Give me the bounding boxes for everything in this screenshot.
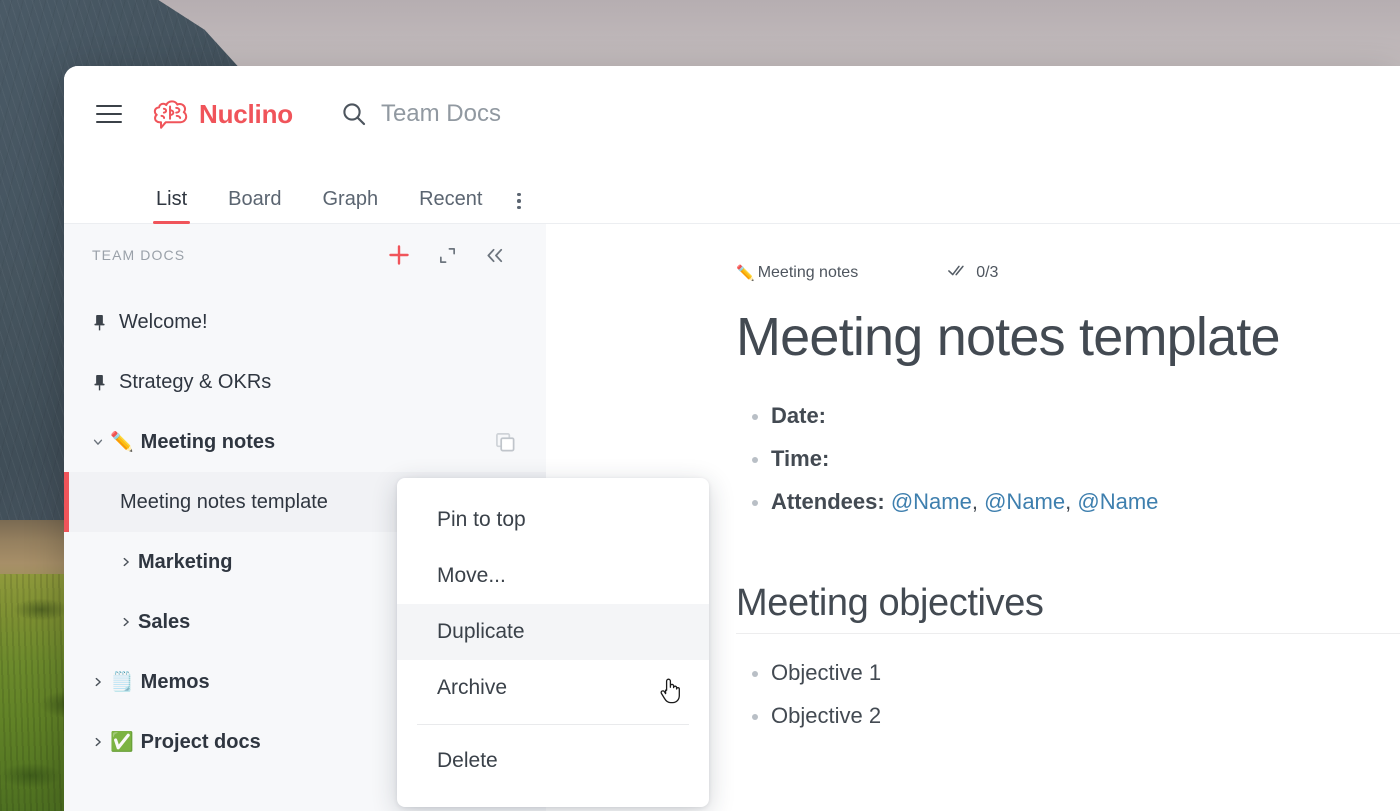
menu-item-pin-to-top[interactable]: Pin to top: [397, 492, 709, 548]
search-value: Team Docs: [380, 100, 501, 127]
list-item: Objective 2: [736, 705, 1400, 748]
sidebar-item-label: Strategy & OKRs: [119, 370, 272, 393]
breadcrumb[interactable]: ✏️ Meeting notes: [736, 264, 858, 282]
sidebar-title: TEAM DOCS: [92, 247, 186, 263]
brain-speech-bubble-icon: [152, 98, 190, 131]
mention-link[interactable]: @Name: [891, 489, 972, 514]
pin-icon: [92, 373, 107, 392]
expand-corners-icon[interactable]: [438, 246, 457, 265]
objectives-list: Objective 1 Objective 2: [736, 662, 1400, 748]
brand-name: Nuclino: [199, 98, 293, 129]
meeting-details-list: Date: Time: Attendees: @Name, @Name, @Na…: [736, 405, 1400, 534]
sidebar-item-meeting-notes[interactable]: ✏️ Meeting notes: [64, 412, 546, 472]
chevron-right-icon[interactable]: [120, 616, 134, 628]
list-item: Date:: [736, 405, 1400, 448]
chevron-right-icon[interactable]: [92, 736, 106, 748]
tab-graph[interactable]: Graph: [323, 188, 379, 223]
sidebar-item-label: Welcome!: [119, 310, 208, 333]
menu-item-delete[interactable]: Delete: [397, 733, 709, 789]
sidebar-item-label: Marketing: [138, 550, 233, 573]
top-bar: Nuclino Team Docs: [64, 66, 1400, 162]
chevron-double-left-icon[interactable]: [485, 246, 506, 265]
overflow-menu-vertical-icon[interactable]: [517, 192, 521, 224]
field-label-date: Date:: [771, 403, 827, 429]
task-progress[interactable]: 0/3: [948, 264, 998, 282]
app-body: TEAM DOCS Welcome! Strategy & OKRs ✏️ Me…: [64, 224, 1400, 811]
document-meta-bar: ✏️ Meeting notes 0/3: [736, 264, 1400, 282]
field-label-time: Time:: [771, 446, 830, 472]
sidebar-item-label: Project docs: [140, 730, 261, 753]
field-label-attendees: Attendees:: [771, 489, 885, 515]
mention-separator: ,: [1065, 489, 1072, 515]
menu-item-archive[interactable]: Archive: [397, 660, 709, 716]
check-mark-button-emoji-icon: ✅: [110, 731, 134, 753]
duplicate-icon[interactable]: [495, 432, 516, 453]
pencil-emoji-icon: ✏️: [110, 431, 134, 453]
menu-item-duplicate[interactable]: Duplicate: [397, 604, 709, 660]
hamburger-menu-icon[interactable]: [96, 105, 122, 123]
sidebar-item-strategy-okrs[interactable]: Strategy & OKRs: [64, 352, 546, 412]
list-item: Time:: [736, 448, 1400, 491]
plus-icon[interactable]: [388, 244, 410, 266]
pin-icon: [92, 313, 107, 332]
chevron-right-icon[interactable]: [92, 676, 106, 688]
tab-board[interactable]: Board: [228, 188, 281, 223]
pencil-emoji-icon: ✏️: [736, 265, 755, 282]
tab-list[interactable]: List: [152, 188, 191, 224]
double-check-icon: [948, 264, 976, 282]
section-heading-meeting-objectives: Meeting objectives: [736, 582, 1400, 635]
sidebar-item-label: Meeting notes template: [120, 490, 328, 513]
task-progress-label: 0/3: [976, 264, 999, 281]
list-item: Objective 1: [736, 662, 1400, 705]
mention-link[interactable]: @Name: [1077, 489, 1158, 514]
brand-logo[interactable]: Nuclino: [152, 98, 293, 131]
search-icon: [341, 101, 367, 127]
menu-item-move[interactable]: Move...: [397, 548, 709, 604]
sidebar-item-welcome[interactable]: Welcome!: [64, 292, 546, 352]
view-tabs: List Board Graph Recent: [64, 162, 1400, 224]
tab-recent[interactable]: Recent: [419, 188, 482, 223]
search-input[interactable]: Team Docs: [341, 100, 501, 128]
mention-link[interactable]: @Name: [984, 489, 1065, 514]
menu-divider: [417, 724, 689, 725]
context-menu: Pin to top Move... Duplicate Archive Del…: [397, 478, 709, 807]
sidebar-item-label: Memos: [140, 670, 210, 693]
notepad-emoji-icon: 🗒️: [110, 671, 134, 693]
mention-separator: ,: [971, 489, 978, 515]
nuclino-app-window: Nuclino Team Docs List Board Graph Recen…: [64, 66, 1400, 811]
sidebar-item-label: Meeting notes: [140, 430, 276, 453]
list-item: Attendees: @Name, @Name, @Name: [736, 491, 1400, 534]
sidebar-item-label: Sales: [138, 610, 191, 633]
sidebar-header: TEAM DOCS: [64, 224, 546, 286]
chevron-right-icon[interactable]: [120, 556, 134, 568]
chevron-down-icon[interactable]: [92, 436, 106, 448]
page-title: Meeting notes template: [736, 307, 1281, 367]
breadcrumb-label: Meeting notes: [757, 264, 859, 281]
